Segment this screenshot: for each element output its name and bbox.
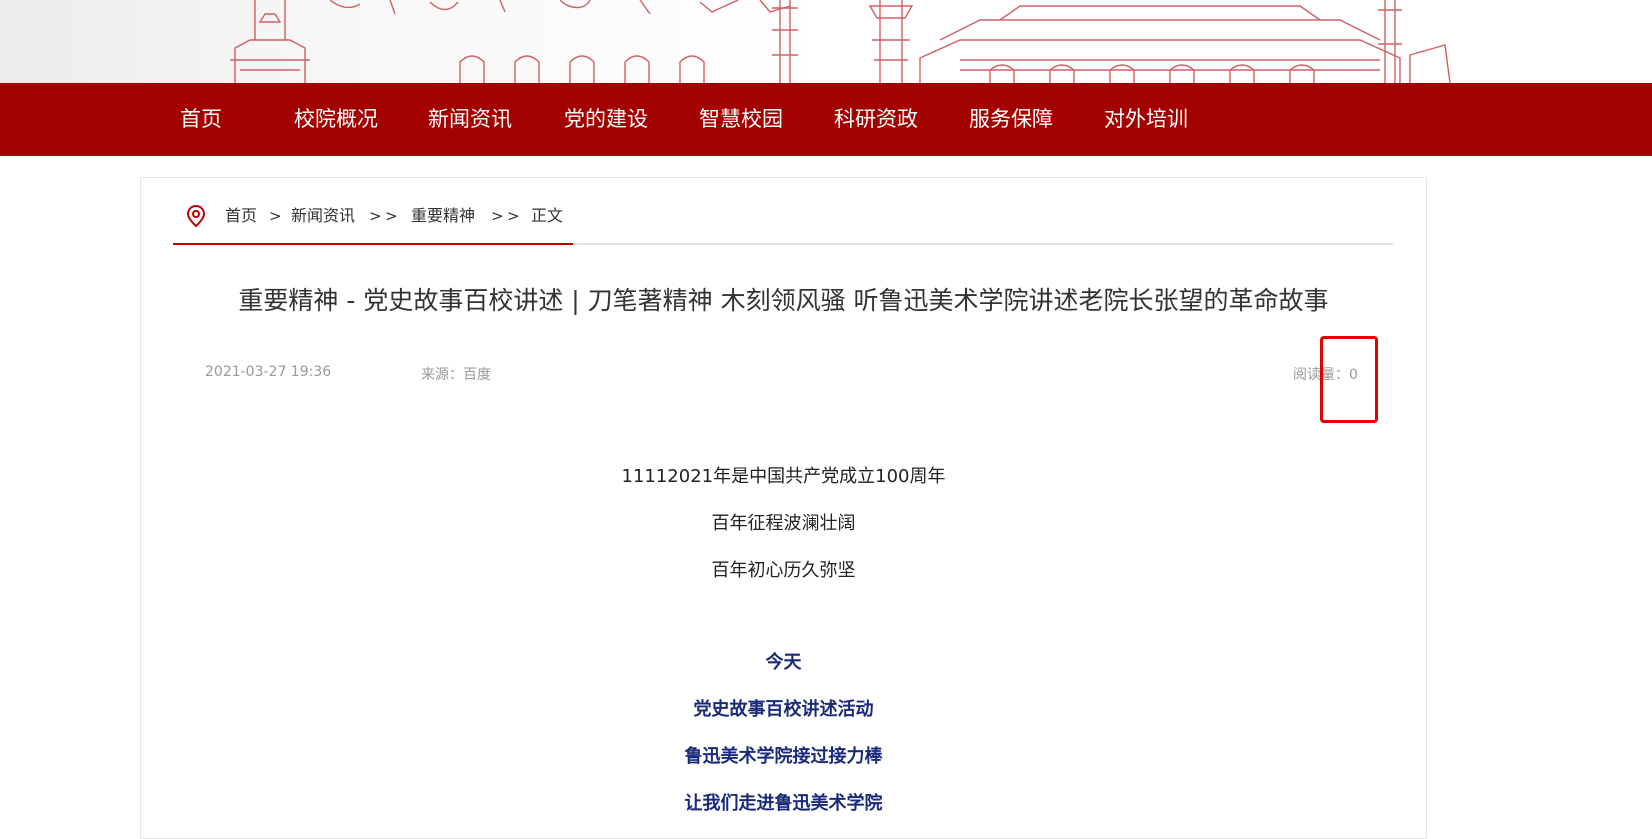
nav-item-party-building[interactable]: 党的建设 bbox=[564, 83, 648, 156]
nav-item-about[interactable]: 校院概况 bbox=[294, 83, 378, 156]
article-read-count: 阅读量：0 bbox=[1293, 367, 1358, 383]
breadcrumb-important-spirit[interactable]: 重要精神 bbox=[411, 198, 475, 234]
article-card: 首页 > 新闻资讯 > > 重要精神 > > 正文 重要精神 - 党史故事百校讲… bbox=[140, 177, 1427, 839]
nav-item-services[interactable]: 服务保障 bbox=[969, 83, 1053, 156]
nav-item-home[interactable]: 首页 bbox=[180, 83, 222, 156]
article-paragraph: 百年征程波澜壮阔 bbox=[711, 513, 856, 534]
breadcrumb: 首页 > 新闻资讯 > > 重要精神 > > 正文 bbox=[173, 198, 1393, 234]
nav-item-news[interactable]: 新闻资讯 bbox=[428, 83, 512, 156]
breadcrumb-separator: > bbox=[369, 207, 382, 225]
header-banner bbox=[0, 0, 1652, 83]
article-bold-paragraph: 党史故事百校讲述活动 bbox=[693, 699, 874, 720]
breadcrumb-separator: > bbox=[507, 207, 520, 225]
nav-item-training[interactable]: 对外培训 bbox=[1104, 83, 1188, 156]
breadcrumb-divider-accent bbox=[173, 243, 573, 245]
nav-item-research[interactable]: 科研资政 bbox=[834, 83, 918, 156]
article-date: 2021-03-27 19:36 bbox=[205, 364, 332, 380]
breadcrumb-current: 正文 bbox=[531, 206, 564, 225]
breadcrumb-separator: > bbox=[269, 207, 282, 225]
main-nav: 首页 校院概况 新闻资讯 党的建设 智慧校园 科研资政 服务保障 对外培训 bbox=[0, 83, 1652, 156]
article-paragraph: 11112021年是中国共产党成立100周年 bbox=[621, 466, 946, 487]
article-source: 来源：百度 bbox=[421, 367, 491, 383]
breadcrumb-home[interactable]: 首页 bbox=[225, 198, 257, 234]
breadcrumb-separator: > bbox=[385, 207, 398, 225]
article-paragraph: 百年初心历久弥坚 bbox=[711, 560, 856, 581]
article-bold-paragraph: 鲁迅美术学院接过接力棒 bbox=[684, 746, 883, 767]
location-pin-icon bbox=[186, 204, 206, 228]
article-bold-paragraph: 今天 bbox=[765, 652, 802, 673]
banner-illustration bbox=[230, 0, 1451, 83]
breadcrumb-news[interactable]: 新闻资讯 bbox=[291, 198, 355, 234]
nav-item-smart-campus[interactable]: 智慧校园 bbox=[699, 83, 783, 156]
article-bold-paragraph: 让我们走进鲁迅美术学院 bbox=[684, 793, 883, 814]
breadcrumb-separator: > bbox=[491, 207, 504, 225]
article-title: 重要精神 - 党史故事百校讲述 | 刀笔著精神 木刻领风骚 听鲁迅美术学院讲述老… bbox=[238, 286, 1329, 315]
